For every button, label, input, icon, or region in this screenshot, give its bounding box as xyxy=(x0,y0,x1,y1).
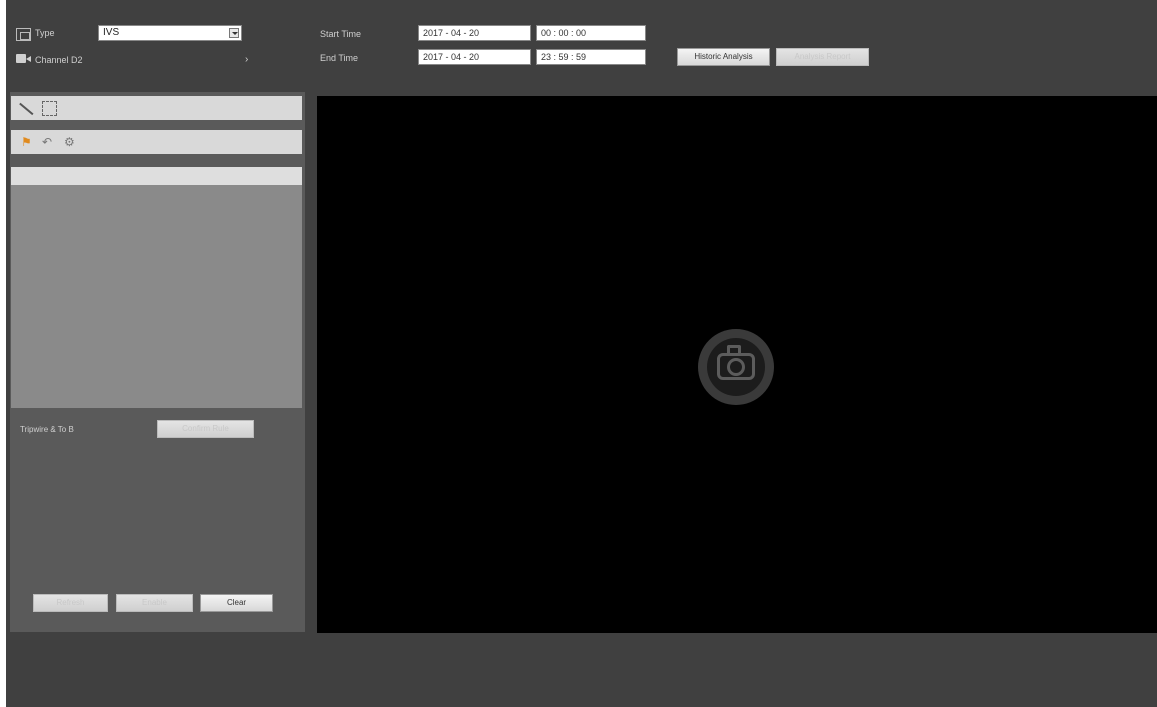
rule-list-header xyxy=(11,167,302,185)
channel-label-text: Channel xyxy=(35,55,69,65)
chevron-down-icon[interactable] xyxy=(229,28,239,38)
type-icon xyxy=(16,28,31,41)
action-toolbar xyxy=(11,130,302,154)
person-add-icon[interactable]: ⚑ xyxy=(21,135,32,149)
end-time-label: End Time xyxy=(320,53,359,63)
draw-rect-icon[interactable] xyxy=(42,101,57,116)
snapshot-icon-lens xyxy=(727,358,745,376)
start-date-input[interactable]: 2017 - 04 - 20 xyxy=(418,25,531,41)
confirm-rule-button[interactable]: Confirm Rule xyxy=(157,420,254,438)
settings-icon[interactable]: ⚙ xyxy=(64,135,75,149)
start-time-input[interactable]: 00 : 00 : 00 xyxy=(536,25,646,41)
type-select-value: IVS xyxy=(103,27,120,38)
chevron-right-icon[interactable]: › xyxy=(245,54,248,65)
start-time-label: Start Time xyxy=(320,29,362,39)
historic-analysis-button[interactable]: Historic Analysis xyxy=(677,48,770,66)
rule-list[interactable] xyxy=(11,185,302,408)
draw-line-icon[interactable] xyxy=(18,102,32,116)
type-select[interactable]: IVS xyxy=(98,25,242,41)
end-time-input[interactable]: 23 : 59 : 59 xyxy=(536,49,646,65)
channel-label: Channel D2 xyxy=(35,55,83,65)
clear-button[interactable]: Clear xyxy=(200,594,273,612)
refresh-button[interactable]: Refresh xyxy=(33,594,108,612)
analysis-report-button[interactable]: Analysis Report xyxy=(776,48,869,66)
rule-label: Tripwire & To B xyxy=(20,425,74,434)
enable-button[interactable]: Enable xyxy=(116,594,193,612)
undo-icon[interactable]: ↶ xyxy=(42,135,52,149)
type-label: Type xyxy=(35,28,55,38)
camera-icon xyxy=(16,54,31,63)
end-date-input[interactable]: 2017 - 04 - 20 xyxy=(418,49,531,65)
channel-value: D2 xyxy=(71,55,83,65)
